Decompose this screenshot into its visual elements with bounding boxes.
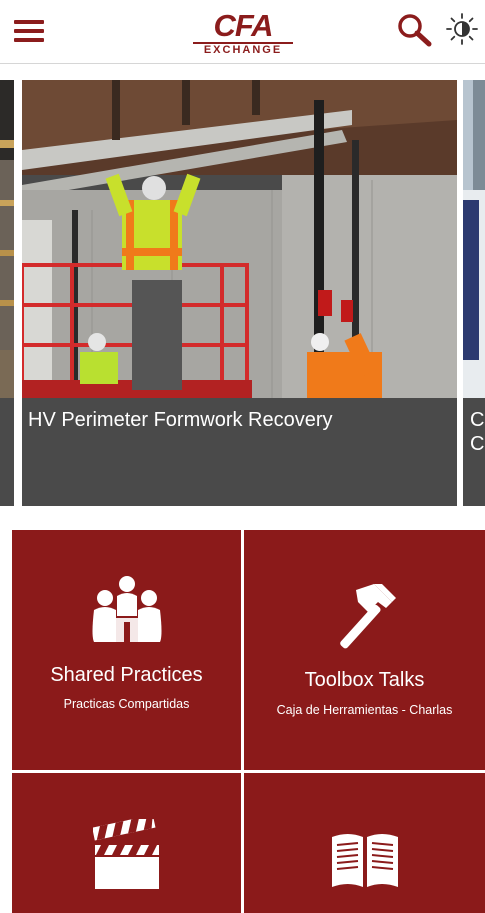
toolbox-talks-title: Toolbox Talks [304, 669, 425, 691]
menu-bar-middle [14, 29, 44, 33]
menu-bar-top [14, 20, 44, 24]
library-tile[interactable] [244, 773, 485, 913]
logo-main-text: CFA [213, 8, 274, 43]
shared-practices-title: Shared Practices [50, 664, 203, 686]
category-tiles: Shared Practices Practicas Compartidas T… [12, 530, 485, 913]
slide-next-photo [463, 80, 485, 398]
slide-previous-photo [0, 80, 14, 398]
shared-practices-subtitle: Practicas Compartidas [63, 697, 190, 711]
clapperboard-icon [91, 814, 161, 894]
featured-carousel[interactable]: HV Perimeter Formwork Recovery C C [0, 80, 485, 507]
carousel-slide-next[interactable]: C C [463, 80, 485, 506]
toolbox-talks-tile[interactable]: Toolbox Talks Caja de Herramientas - Cha… [244, 530, 485, 770]
menu-bar-bottom [14, 38, 44, 42]
logo-sub-text: EXCHANGE [193, 42, 293, 56]
carousel-slide-previous[interactable] [0, 80, 14, 506]
brightness-icon[interactable] [445, 12, 479, 46]
toolbox-talks-subtitle: Caja de Herramientas - Charlas [276, 703, 453, 717]
slide-current-title: HV Perimeter Formwork Recovery [28, 409, 333, 431]
video-tile[interactable] [12, 773, 241, 913]
app-bar: CFA EXCHANGE [0, 0, 485, 64]
people-group-icon [91, 576, 163, 649]
search-icon[interactable] [396, 12, 434, 48]
hamburger-menu-icon[interactable] [12, 17, 46, 47]
shared-practices-tile[interactable]: Shared Practices Practicas Compartidas [12, 530, 241, 770]
open-book-icon [330, 829, 400, 894]
app-logo: CFA EXCHANGE [187, 8, 299, 56]
hammer-icon [330, 582, 400, 655]
carousel-slide-current[interactable]: HV Perimeter Formwork Recovery [22, 80, 457, 506]
slide-current-photo [22, 80, 457, 398]
slide-next-title: C C [470, 409, 485, 455]
